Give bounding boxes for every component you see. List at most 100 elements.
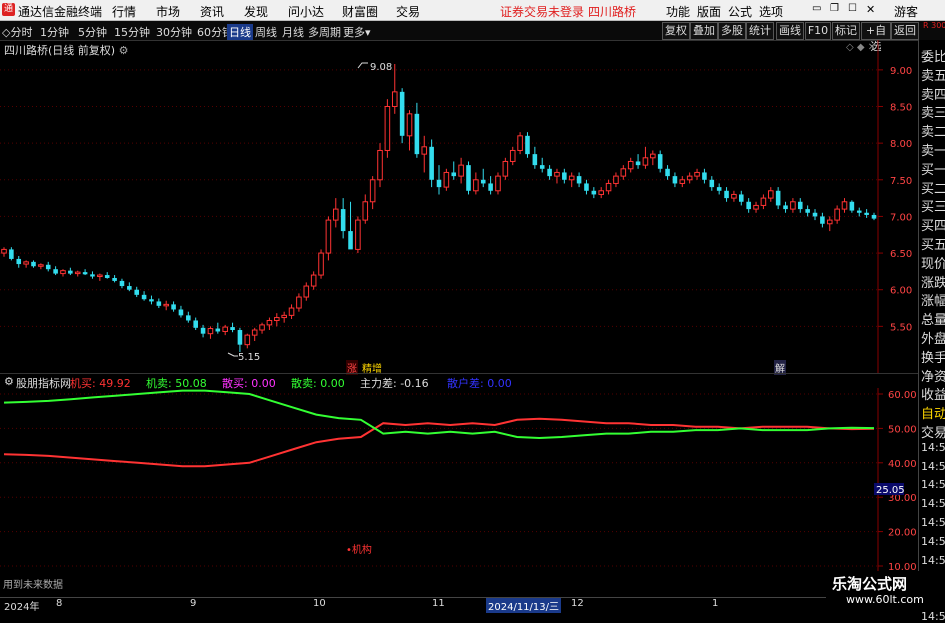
- panel-item-18[interactable]: 收益: [921, 384, 945, 403]
- menu-item-discover[interactable]: 发现: [244, 3, 268, 20]
- panel-item-1[interactable]: 卖五: [921, 65, 945, 84]
- panel-item-10[interactable]: 买五: [921, 234, 945, 253]
- menu-item-news[interactable]: 资讯: [200, 3, 224, 20]
- candle-body: [222, 326, 228, 332]
- panel-item-14[interactable]: 总量: [921, 309, 945, 328]
- period-tab-0[interactable]: ◇分时: [2, 24, 32, 40]
- draw-line-button[interactable]: 画线: [776, 22, 804, 40]
- panel-item-5[interactable]: 卖一: [921, 140, 945, 159]
- low-price-label: 5.15: [238, 352, 260, 363]
- panel-item-26[interactable]: 14:56: [921, 535, 945, 548]
- panel-item-0[interactable]: 委比: [921, 46, 945, 65]
- panel-item-27[interactable]: 14:56: [921, 554, 945, 567]
- period-tab-3[interactable]: 15分钟: [114, 24, 150, 40]
- menu-item-trade[interactable]: 交易: [396, 3, 420, 20]
- candle-body: [362, 201, 369, 221]
- candle-body: [466, 165, 471, 191]
- panel-item-15[interactable]: 外盘: [921, 328, 945, 347]
- panel-item-4[interactable]: 卖二: [921, 121, 945, 140]
- date-label-aug: 8: [56, 598, 63, 609]
- panel-item-17[interactable]: 净资: [921, 366, 945, 385]
- period-tab-4[interactable]: 30分钟: [156, 24, 192, 40]
- panel-item-9[interactable]: 买四: [921, 215, 945, 234]
- overlay-button[interactable]: 叠加: [690, 22, 718, 40]
- y-tick-label: 7.00: [890, 212, 912, 223]
- trade-login-alert[interactable]: 证券交易未登录: [500, 3, 584, 20]
- candle-body: [709, 179, 715, 188]
- menu-item-wealth[interactable]: 财富圈: [342, 3, 378, 20]
- period-tab-multi[interactable]: 多周期: [308, 24, 341, 40]
- panel-item-19[interactable]: 自动: [921, 403, 945, 422]
- mark-button[interactable]: 标记: [832, 22, 860, 40]
- candle-body: [627, 160, 634, 170]
- panel-item-23[interactable]: 14:56: [921, 478, 945, 491]
- panel-item-25[interactable]: 14:56: [921, 516, 945, 529]
- candle-body: [38, 264, 44, 267]
- candle-body: [391, 91, 398, 108]
- period-tab-2[interactable]: 5分钟: [78, 24, 107, 40]
- candle-body: [296, 296, 302, 309]
- maximize-icon[interactable]: ☐: [848, 3, 857, 14]
- adjust-button[interactable]: 复权: [662, 22, 690, 40]
- panel-item-3[interactable]: 卖三: [921, 102, 945, 121]
- menu-item-formula[interactable]: 公式: [728, 3, 752, 20]
- indicator-settings-icon[interactable]: ⚙: [4, 375, 14, 388]
- candle-body: [739, 194, 744, 202]
- panel-item-8[interactable]: 买三: [921, 196, 945, 215]
- menu-item-function[interactable]: 功能: [666, 3, 690, 20]
- period-tab-more[interactable]: 更多▾: [343, 24, 371, 40]
- y-tick-label: 40.00: [888, 459, 917, 470]
- menu-item-layout[interactable]: 版面: [697, 3, 721, 20]
- candle-body: [303, 285, 310, 298]
- close-icon[interactable]: ✕: [866, 3, 875, 16]
- panel-item-7[interactable]: 买二: [921, 178, 945, 197]
- panel-item-30[interactable]: 14:56: [921, 610, 945, 623]
- candle-body: [288, 307, 295, 316]
- candle-body: [584, 183, 589, 191]
- multi-stock-button[interactable]: 多股: [718, 22, 746, 40]
- menu-item-market[interactable]: 市场: [156, 3, 180, 20]
- candle-body: [369, 179, 376, 203]
- candle-body: [163, 303, 169, 307]
- candle-body: [598, 190, 604, 195]
- back-button[interactable]: 返回: [891, 22, 919, 40]
- panel-item-2[interactable]: 卖四: [921, 84, 945, 103]
- quote-side-panel: R 300 委比 卖五 卖四 卖三 卖二 卖一 买一 买二 买三 买四 买五 现价 涨跌 涨幅 总量 外盘 换手…: [918, 22, 945, 623]
- date-label-dec: 12: [571, 598, 584, 609]
- panel-item-20[interactable]: 交易: [921, 422, 945, 441]
- candlestick-chart[interactable]: 9.00 8.50 8.00 7.50 7.00 6.50 6.00 5.50 9.08 5.…: [0, 40, 918, 373]
- period-tab-monthly[interactable]: 月线: [282, 24, 304, 40]
- candle-body: [488, 183, 493, 191]
- y-tick-label: 6.00: [890, 286, 912, 297]
- restore-icon[interactable]: ❐: [830, 3, 839, 14]
- f10-button[interactable]: F10: [805, 22, 831, 40]
- add-watchlist-button[interactable]: +自选: [861, 22, 891, 53]
- candle-body: [340, 209, 346, 232]
- menu-item-ask[interactable]: 问小达: [288, 3, 324, 20]
- candle-body: [686, 175, 693, 181]
- minimize-icon[interactable]: ▭: [812, 3, 821, 14]
- candle-body: [45, 264, 51, 270]
- panel-item-21[interactable]: 14:56: [921, 441, 945, 454]
- menu-item-quotes[interactable]: 行情: [112, 3, 136, 20]
- panel-item-16[interactable]: 换手: [921, 347, 945, 366]
- panel-item-11[interactable]: 现价: [921, 253, 945, 272]
- menu-item-options[interactable]: 选项: [759, 3, 783, 20]
- statistics-button[interactable]: 统计: [746, 22, 774, 40]
- period-tab-daily[interactable]: 日线: [227, 24, 253, 40]
- candle-body: [355, 219, 361, 250]
- candle-body: [112, 277, 117, 281]
- panel-item-24[interactable]: 14:56: [921, 497, 945, 510]
- period-toolbar: ◇分时 1分钟 5分钟 15分钟 30分钟 60分钟 日线 周线 月线 多周期 …: [0, 21, 945, 53]
- panel-item-22[interactable]: 14:56: [921, 460, 945, 473]
- candle-body: [97, 274, 103, 278]
- guest-label[interactable]: 游客: [894, 3, 918, 20]
- panel-item-6[interactable]: 买一: [921, 159, 945, 178]
- candle-body: [502, 160, 509, 177]
- panel-item-13[interactable]: 涨幅: [921, 290, 945, 309]
- candle-body: [332, 208, 339, 221]
- period-tab-1[interactable]: 1分钟: [40, 24, 69, 40]
- period-tab-weekly[interactable]: 周线: [255, 24, 277, 40]
- indicator-chart[interactable]: 60.0050.0040.0030.0020.0010.00 25.05 •机构…: [0, 388, 918, 597]
- panel-item-12[interactable]: 涨跌: [921, 272, 945, 291]
